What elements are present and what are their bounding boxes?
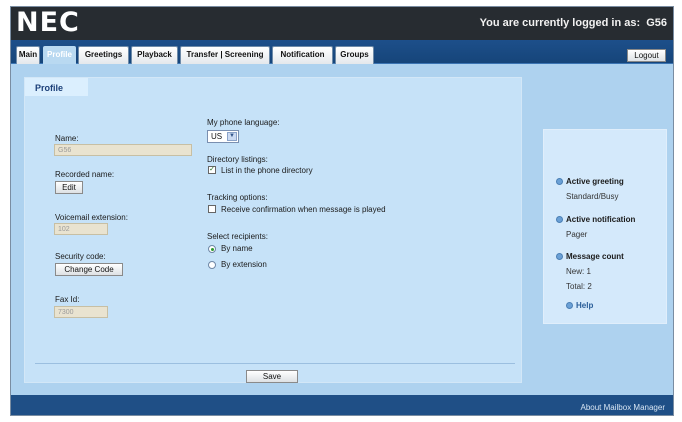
save-button[interactable]: Save [246, 370, 298, 383]
logged-in-label: You are currently logged in as: [479, 17, 641, 29]
select-recipients-label: Select recipients: [207, 232, 268, 241]
message-count-label: Message count [566, 252, 624, 261]
by-extension-label: By extension [221, 260, 267, 269]
voicemail-extension-label: Voicemail extension: [55, 213, 128, 222]
logged-in-status: You are currently logged in as: G56 [480, 17, 667, 29]
phone-language-value: US [211, 132, 223, 141]
directory-option-label: List in the phone directory [221, 166, 313, 175]
tab-main[interactable]: Main [16, 46, 40, 64]
panel-header: Profile [25, 78, 521, 96]
help-label: Help [576, 301, 594, 310]
name-field[interactable]: G56 [54, 144, 192, 156]
voicemail-extension-field[interactable]: 102 [54, 223, 108, 235]
bullet-icon [556, 253, 563, 260]
tracking-checkbox[interactable] [208, 205, 216, 213]
bullet-icon [556, 216, 563, 223]
tab-greetings[interactable]: Greetings [78, 46, 129, 64]
help-link[interactable]: Help [566, 301, 594, 310]
bullet-icon [556, 178, 563, 185]
security-code-label: Security code: [55, 252, 106, 261]
active-notification-heading: Active notification [556, 215, 636, 224]
tab-transfer-screening[interactable]: Transfer | Screening [180, 46, 270, 64]
nec-logo: NEC [16, 7, 80, 38]
profile-panel: Profile Name: G56 Recorded name: Edit Vo… [24, 77, 522, 383]
active-greeting-value: Standard/Busy [566, 192, 619, 201]
content-area: Profile Name: G56 Recorded name: Edit Vo… [11, 65, 673, 395]
status-panel: Active greeting Standard/Busy Active not… [543, 129, 667, 324]
new-message-count: New: 1 [566, 267, 591, 276]
logout-button[interactable]: Logout [627, 49, 666, 62]
directory-checkbox[interactable]: ✓ [208, 166, 216, 174]
tab-playback[interactable]: Playback [131, 46, 178, 64]
tab-notification[interactable]: Notification [272, 46, 333, 64]
by-name-label: By name [221, 244, 253, 253]
help-icon [566, 302, 573, 309]
fax-id-field[interactable]: 7300 [54, 306, 108, 318]
active-greeting-label: Active greeting [566, 177, 624, 186]
change-code-button[interactable]: Change Code [55, 263, 123, 276]
by-name-radio[interactable] [208, 245, 216, 253]
tab-profile[interactable]: Profile [43, 46, 76, 64]
divider [35, 363, 515, 364]
recorded-name-label: Recorded name: [55, 170, 115, 179]
fax-id-label: Fax Id: [55, 295, 80, 304]
edit-button[interactable]: Edit [55, 181, 83, 194]
phone-language-label: My phone language: [207, 118, 280, 127]
panel-title: Profile [25, 78, 88, 96]
tab-groups[interactable]: Groups [335, 46, 374, 64]
logged-in-user: G56 [646, 17, 667, 29]
top-bar: NEC You are currently logged in as: G56 [11, 7, 673, 40]
directory-listings-label: Directory listings: [207, 155, 268, 164]
active-greeting-heading: Active greeting [556, 177, 624, 186]
tab-bar: Main Profile Greetings Playback Transfer… [11, 40, 673, 64]
app-window: NEC You are currently logged in as: G56 … [10, 6, 674, 416]
by-extension-radio[interactable] [208, 261, 216, 269]
chevron-down-icon: ▼ [227, 132, 237, 141]
tracking-options-label: Tracking options: [207, 193, 268, 202]
phone-language-select[interactable]: US ▼ [207, 130, 239, 143]
name-label: Name: [55, 134, 79, 143]
about-mailbox-manager-link[interactable]: About Mailbox Manager [581, 403, 666, 412]
footer-bar: About Mailbox Manager [11, 395, 673, 415]
active-notification-label: Active notification [566, 215, 636, 224]
total-message-count: Total: 2 [566, 282, 592, 291]
message-count-heading: Message count [556, 252, 624, 261]
active-notification-value: Pager [566, 230, 588, 239]
tracking-option-label: Receive confirmation when message is pla… [221, 205, 386, 214]
